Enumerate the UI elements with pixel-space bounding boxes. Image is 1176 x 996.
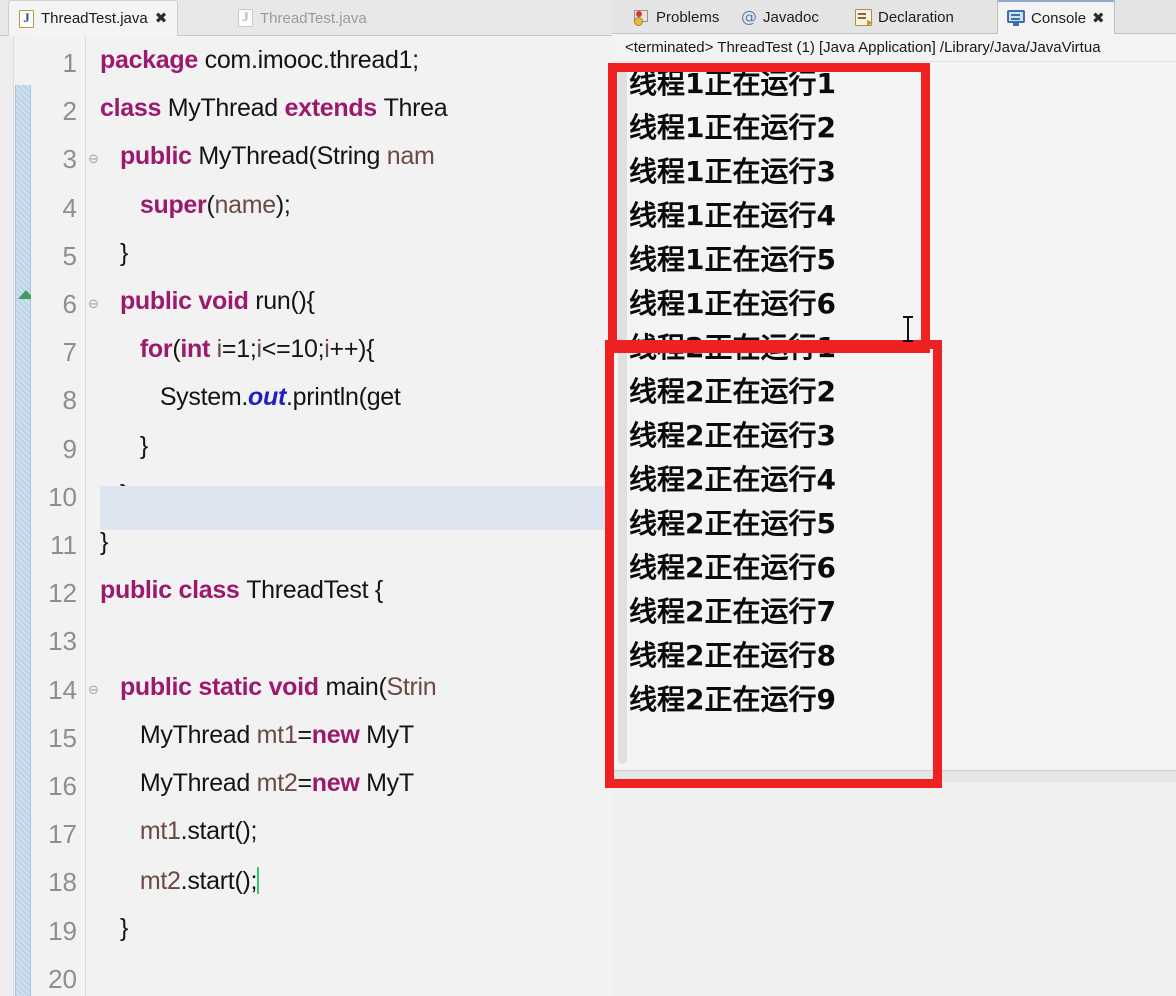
terminated-launch-label: <terminated> ThreadTest (1) [Java Applic… [612,34,1176,62]
console-output-line: 线程2正在运行1 [629,331,836,364]
console-output-line: 线程2正在运行7 [629,595,836,628]
editor-marker-strip[interactable] [0,36,14,996]
console-output-line: 线程2正在运行2 [629,375,836,408]
line-number: 7 [62,337,77,368]
code-line[interactable]: mt1.start(); [100,819,258,844]
fold-marker-column[interactable]: ⊖ ⊖ ⊖ [86,36,100,996]
line-number-gutter: 123456789101112131415161718192021 [31,36,86,996]
java-file-icon [19,9,34,28]
editor-tab-bar: ThreadTest.java ✖ ThreadTest.java [0,0,612,36]
editor-tab-threadtest-active[interactable]: ThreadTest.java ✖ [8,0,179,36]
line-number: 11 [50,530,77,560]
editor-tab-label: ThreadTest.java [41,10,148,27]
console-output-line: 线程1正在运行5 [629,243,836,276]
console-horizontal-scrollbar[interactable] [612,770,1176,782]
tab-label: Console [1031,9,1087,27]
tab-label: Problems [656,8,720,26]
editor-tab-label: ThreadTest.java [260,9,367,27]
console-output-line: 线程2正在运行9 [629,683,836,716]
editor-pane: ThreadTest.java ✖ ThreadTest.java 123456… [0,0,612,996]
fold-toggle-icon[interactable]: ⊖ [88,683,99,696]
line-number: 14 [48,674,77,705]
line-number: 6 [62,289,77,319]
line-number: 17 [48,819,77,850]
code-line[interactable]: mt2.start(); [100,867,260,895]
code-line[interactable]: } [100,915,128,941]
at-sign-icon: @ [741,7,757,26]
tab-label: Declaration [878,8,954,26]
console-output-line: 线程2正在运行3 [629,419,836,452]
text-caret [257,867,260,895]
line-number: 19 [48,915,77,946]
problems-icon [633,9,650,26]
console-output-line: 线程2正在运行8 [629,639,836,672]
fold-toggle-icon[interactable]: ⊖ [88,152,99,165]
tab-problems[interactable]: Problems [624,0,728,34]
java-file-icon [238,9,253,27]
console-output-line: 线程2正在运行5 [629,507,836,540]
line-number: 3 [62,144,77,175]
tab-console[interactable]: Console ✖ [997,0,1115,34]
console-pane: Problems @ Javadoc Declaration Console ✖… [612,0,1176,996]
tab-declaration[interactable]: Declaration [846,0,963,34]
line-number: 20 [48,963,77,994]
console-output-line: 线程1正在运行2 [629,111,836,144]
line-number: 2 [62,96,77,127]
line-number: 12 [48,578,77,609]
code-line[interactable]: public class ThreadTest { [100,578,383,603]
fold-toggle-icon[interactable]: ⊖ [88,297,99,310]
code-line[interactable]: super(name); [100,192,291,218]
console-output-line: 线程1正在运行3 [629,155,836,188]
line-number: 18 [48,867,77,898]
code-line[interactable]: public MyThread(String nam [100,144,435,169]
console-tab-bar: Problems @ Javadoc Declaration Console ✖ [612,0,1176,34]
editor-change-bar [15,85,31,996]
console-output-line: 线程1正在运行1 [629,67,836,100]
console-output-area[interactable]: 线程1正在运行1 线程1正在运行2 线程1正在运行3 线程1正在运行4 线程1正在运行5… [612,62,1176,770]
editor-change-bar-column [15,36,34,996]
line-number: 8 [62,385,77,416]
console-output-line: 线程1正在运行6 [629,287,836,320]
code-line[interactable]: } [100,433,148,459]
line-number: 10 [48,481,77,512]
code-line[interactable]: class MyThread extends Threa [100,96,448,121]
line-number: 1 [62,48,77,78]
code-line[interactable]: for(int i=1;i<=10;i++){ [100,337,375,362]
line-number: 13 [48,626,77,657]
code-line[interactable]: } [100,240,128,266]
console-scrollbar-thumb[interactable] [618,64,627,764]
code-line[interactable]: public void run(){ [100,289,315,314]
close-icon[interactable]: ✖ [1092,10,1105,26]
code-line[interactable]: package com.imooc.thread1; [100,48,419,73]
line-number: 5 [62,240,77,271]
line-number: 16 [48,771,77,801]
code-line[interactable]: } [100,530,108,555]
tab-javadoc[interactable]: @ Javadoc [732,0,828,34]
line-number: 4 [62,192,77,223]
code-line[interactable]: System.out.println(get [100,385,401,410]
eclipse-ide-window: ThreadTest.java ✖ ThreadTest.java 123456… [0,0,1176,996]
active-line-highlight [100,486,612,530]
code-line[interactable]: MyThread mt2=new MyT [100,771,414,796]
line-number: 15 [48,722,77,753]
line-number: 9 [62,433,77,464]
console-icon [1007,10,1025,26]
editor-tab-threadtest-inactive[interactable]: ThreadTest.java [228,0,377,36]
console-output-line: 线程2正在运行6 [629,551,836,584]
console-empty-area [612,782,1176,996]
console-vertical-scrollbar[interactable] [615,62,627,770]
code-line[interactable]: public static void main(Strin [100,674,437,700]
close-icon[interactable]: ✖ [155,11,168,26]
console-output-line: 线程1正在运行4 [629,199,836,232]
code-line[interactable]: MyThread mt1=new MyT [100,722,414,748]
declaration-icon [855,8,873,29]
tab-label: Javadoc [763,8,819,26]
console-output-line: 线程2正在运行4 [629,463,836,496]
